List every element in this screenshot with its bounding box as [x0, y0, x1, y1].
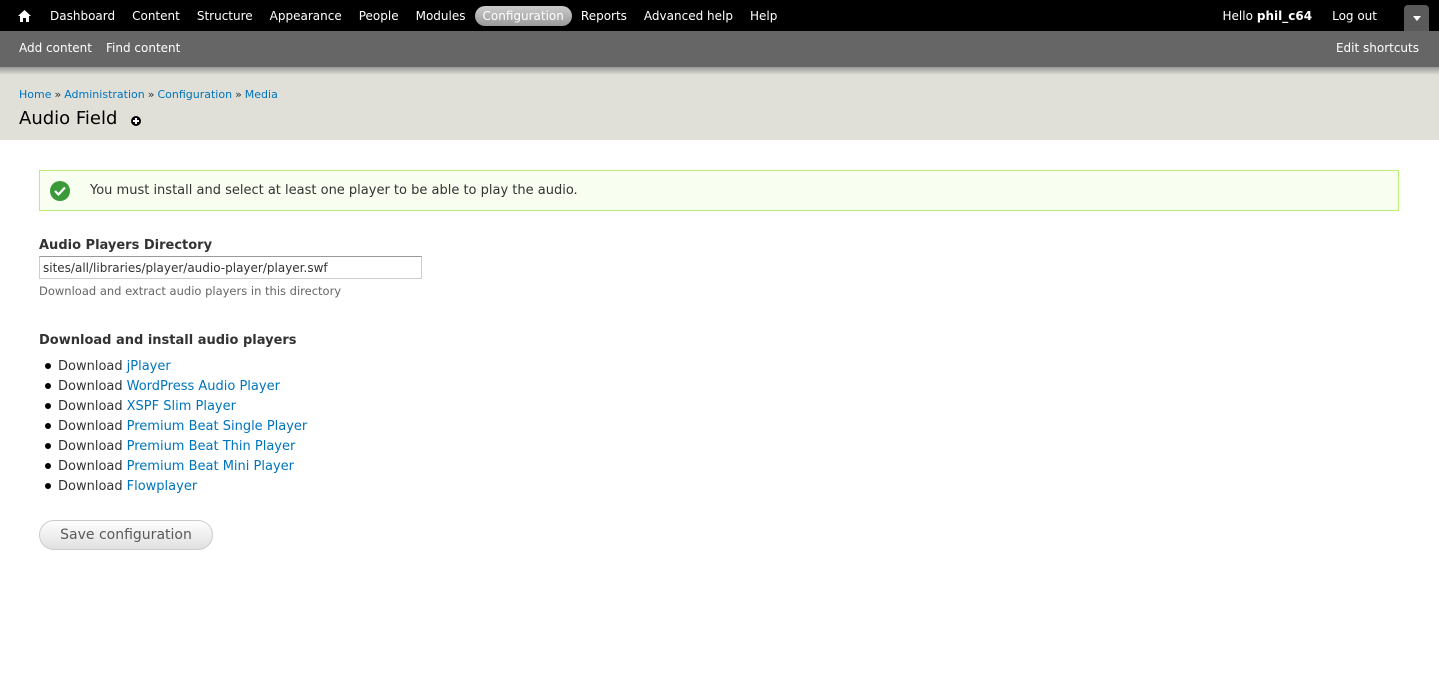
greeting-text: Hello [1222, 8, 1253, 23]
bullet-icon [45, 383, 51, 389]
bullet-icon [45, 463, 51, 469]
breadcrumb-home[interactable]: Home [19, 88, 51, 101]
save-configuration-button[interactable]: Save configuration [39, 520, 213, 550]
player-link-xspf[interactable]: XSPF Slim Player [127, 399, 236, 414]
list-item: Download Premium Beat Thin Player [39, 436, 307, 456]
breadcrumb-administration[interactable]: Administration [64, 88, 145, 101]
logout-link[interactable]: Log out [1332, 9, 1377, 23]
download-prefix: Download [58, 418, 123, 434]
toolbar-item-appearance[interactable]: Appearance [262, 6, 350, 26]
player-link-wordpress[interactable]: WordPress Audio Player [127, 379, 280, 394]
edit-shortcuts-link[interactable]: Edit shortcuts [1336, 31, 1419, 64]
download-prefix: Download [58, 478, 123, 494]
bullet-icon [45, 403, 51, 409]
home-link[interactable] [14, 6, 34, 26]
list-item: Download XSPF Slim Player [39, 396, 307, 416]
list-item: Download WordPress Audio Player [39, 376, 307, 396]
toolbar-shadow [0, 67, 1439, 75]
list-item: Download Premium Beat Mini Player [39, 456, 307, 476]
player-link-premium-beat-mini[interactable]: Premium Beat Mini Player [127, 459, 294, 474]
bullet-icon [45, 363, 51, 369]
shortcut-find-content[interactable]: Find content [106, 41, 180, 55]
directory-description: Download and extract audio players in th… [39, 284, 342, 298]
home-icon [17, 10, 31, 22]
player-link-flowplayer[interactable]: Flowplayer [127, 479, 198, 494]
add-shortcut-icon[interactable] [131, 115, 142, 126]
toolbar-menu: Dashboard Content Structure Appearance P… [42, 0, 786, 31]
status-message-text: You must install and select at least one… [90, 183, 578, 198]
toolbar-item-modules[interactable]: Modules [408, 6, 474, 26]
breadcrumb-separator: » [235, 88, 242, 101]
admin-toolbar: Dashboard Content Structure Appearance P… [0, 0, 1439, 31]
list-item: Download Premium Beat Single Player [39, 416, 307, 436]
page-title: Audio Field [19, 108, 142, 129]
toolbar-item-configuration[interactable]: Configuration [474, 5, 572, 26]
checkmark-icon [50, 180, 70, 201]
player-link-premium-beat-thin[interactable]: Premium Beat Thin Player [127, 439, 296, 454]
chevron-down-icon [1412, 15, 1421, 21]
bullet-icon [45, 423, 51, 429]
player-link-jplayer[interactable]: jPlayer [127, 359, 171, 374]
toolbar-item-people[interactable]: People [351, 6, 407, 26]
breadcrumb-configuration[interactable]: Configuration [157, 88, 232, 101]
shortcut-add-content[interactable]: Add content [19, 41, 92, 55]
download-section-title: Download and install audio players [39, 333, 297, 348]
username[interactable]: phil_c64 [1257, 9, 1312, 23]
page-header: Home» Administration» Configuration» Media … [0, 67, 1439, 140]
breadcrumb: Home» Administration» Configuration» Media [19, 88, 278, 101]
download-prefix: Download [58, 438, 123, 454]
bullet-icon [45, 483, 51, 489]
shortcuts-bar: Add content Find content Edit shortcuts [0, 31, 1439, 67]
toolbar-item-help[interactable]: Help [742, 6, 785, 26]
breadcrumb-media[interactable]: Media [245, 88, 278, 101]
shortcuts-toggle-button[interactable] [1404, 5, 1429, 31]
download-prefix: Download [58, 458, 123, 474]
breadcrumb-separator: » [54, 88, 62, 101]
player-download-list: Download jPlayer Download WordPress Audio … [39, 356, 307, 496]
toolbar-item-dashboard[interactable]: Dashboard [42, 6, 123, 26]
list-item: Download Flowplayer [39, 476, 307, 496]
download-prefix: Download [58, 398, 123, 414]
directory-label: Audio Players Directory [39, 238, 213, 253]
directory-input[interactable] [39, 256, 422, 279]
bullet-icon [45, 443, 51, 449]
toolbar-item-content[interactable]: Content [124, 6, 188, 26]
download-prefix: Download [58, 358, 123, 374]
download-prefix: Download [58, 378, 123, 394]
toolbar-item-advanced-help[interactable]: Advanced help [636, 6, 741, 26]
status-message: You must install and select at least one… [39, 170, 1399, 211]
toolbar-item-reports[interactable]: Reports [573, 6, 635, 26]
breadcrumb-separator: » [147, 88, 155, 101]
toolbar-item-structure[interactable]: Structure [189, 6, 261, 26]
user-menu: Hello phil_c64 Log out [1223, 0, 1378, 31]
player-link-premium-beat-single[interactable]: Premium Beat Single Player [127, 419, 308, 434]
page-title-text: Audio Field [19, 108, 118, 129]
list-item: Download jPlayer [39, 356, 307, 376]
